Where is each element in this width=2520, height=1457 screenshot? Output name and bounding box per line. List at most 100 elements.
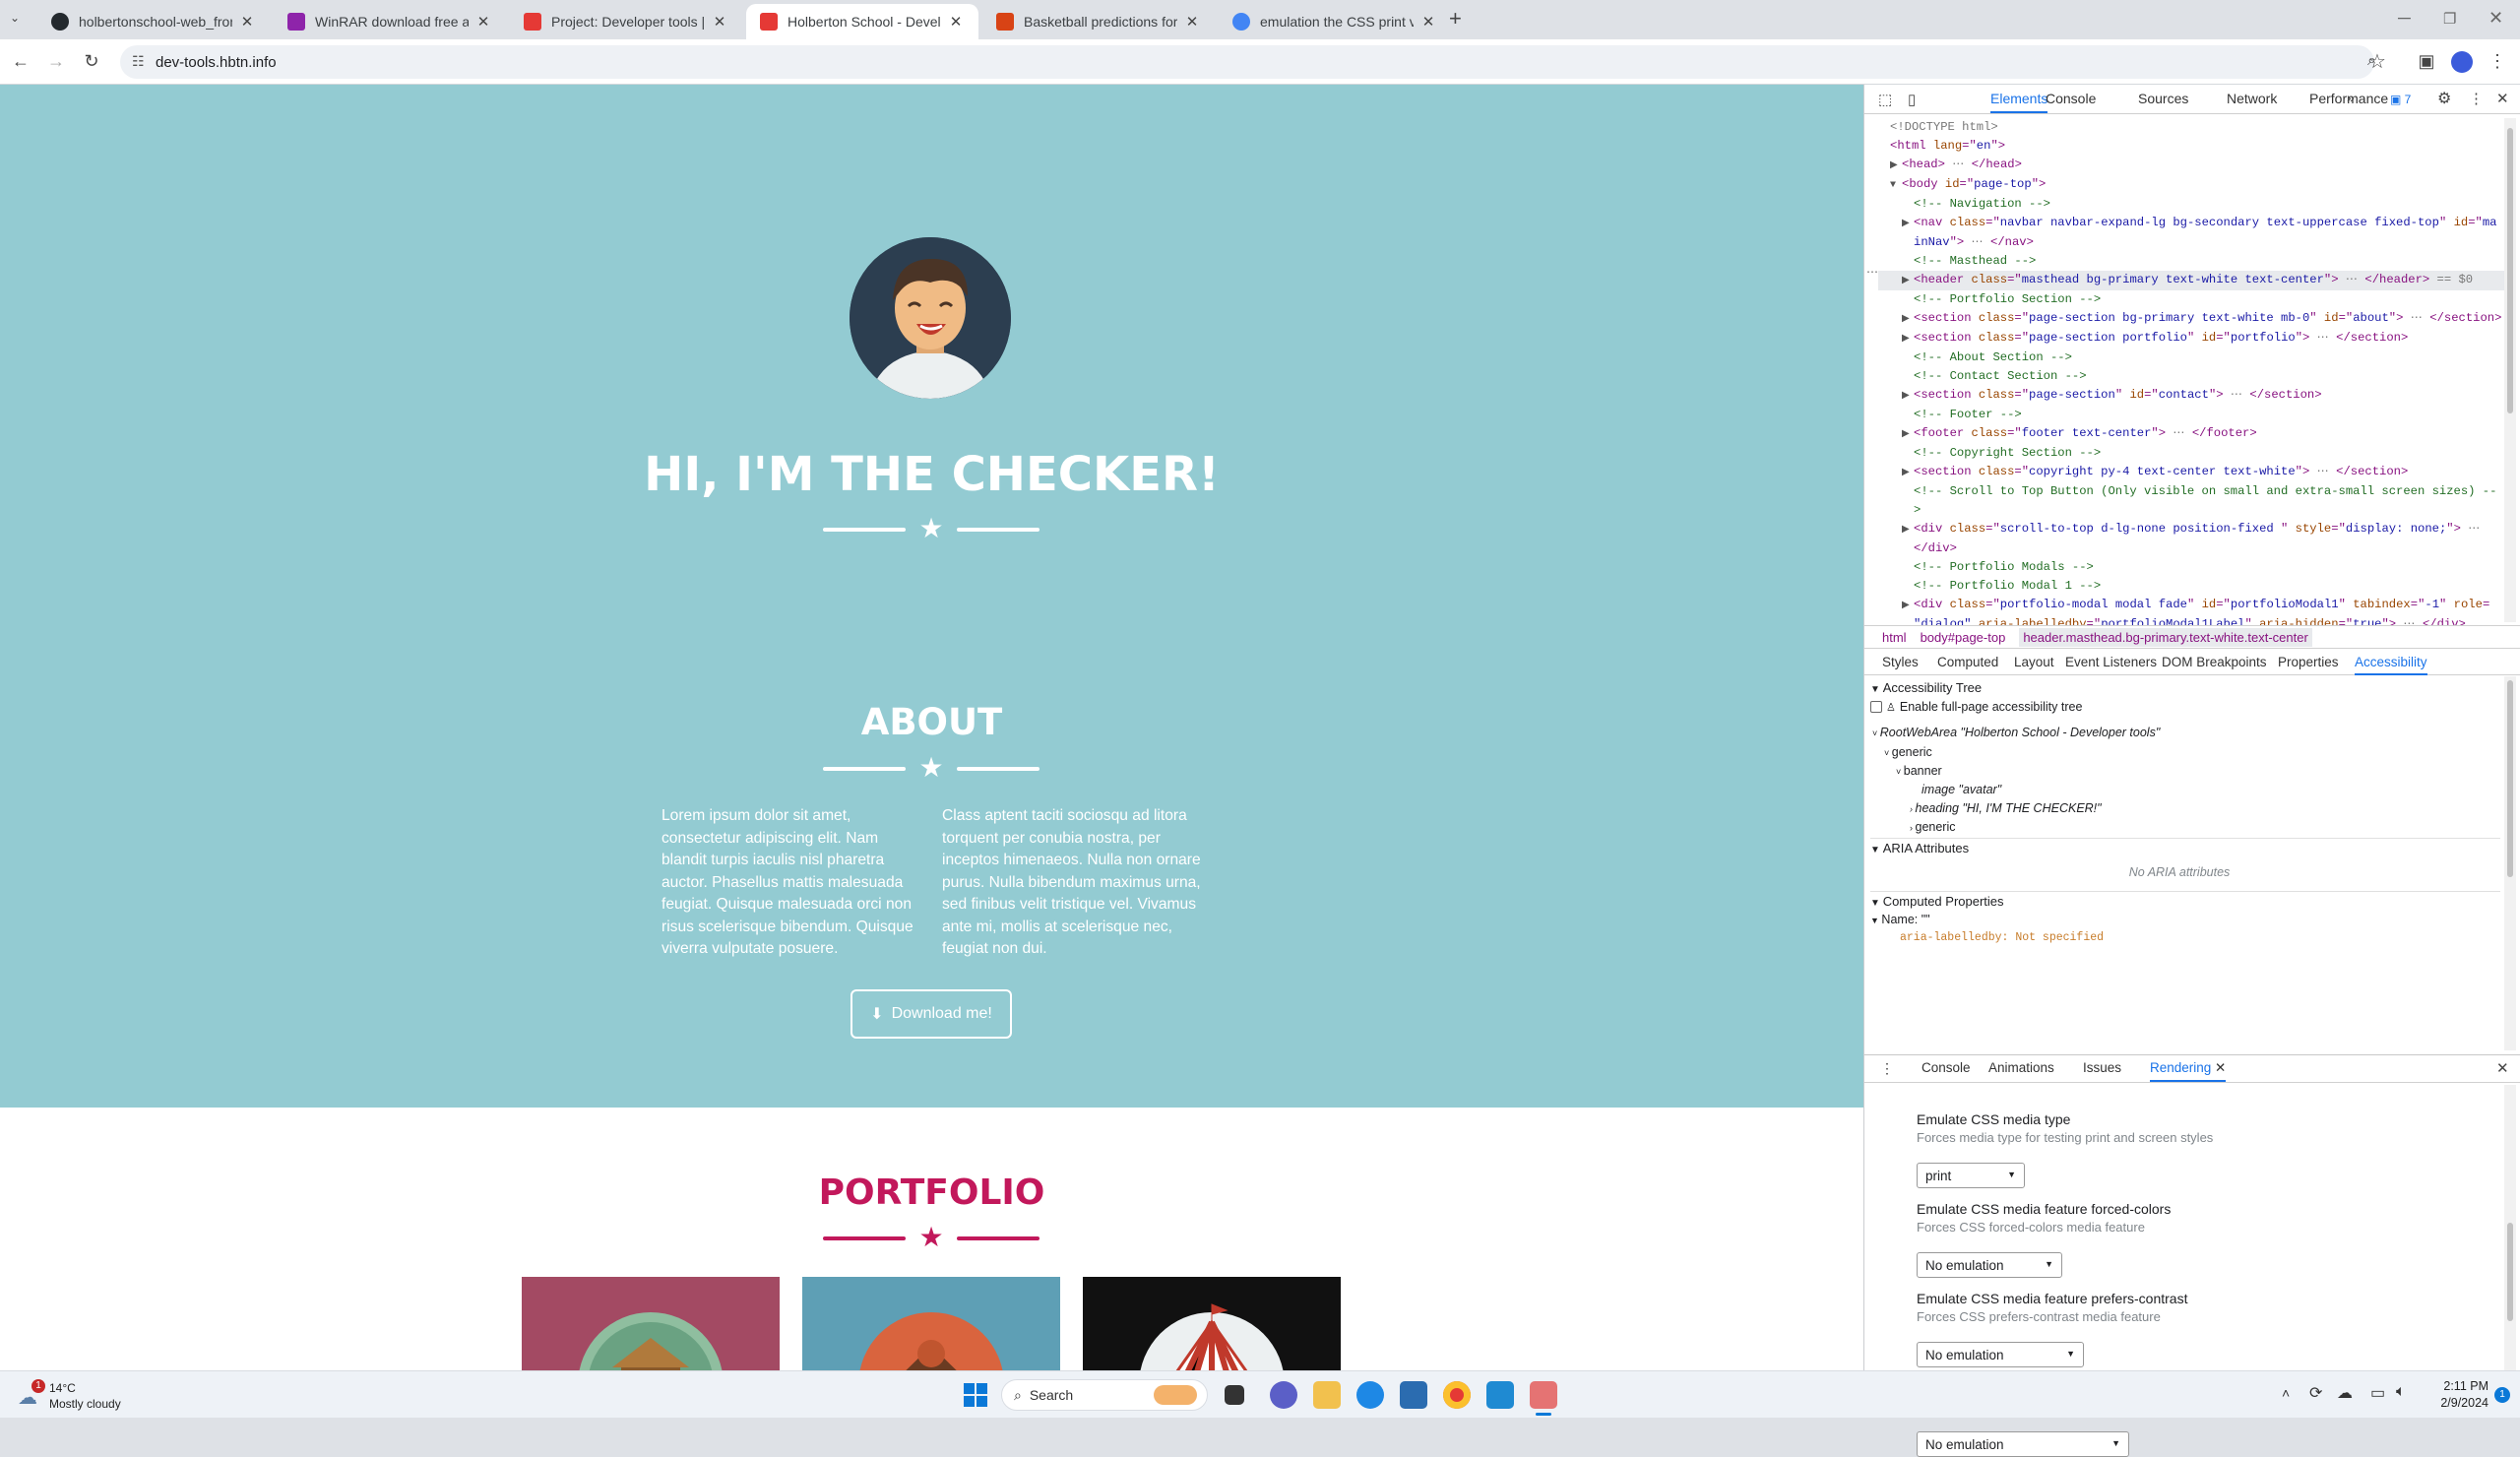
settings-gear-icon[interactable]: ⚙ bbox=[2437, 89, 2451, 108]
clock[interactable]: 2:11 PM 2/9/2024 bbox=[2420, 1378, 2488, 1412]
bookmark-star-icon[interactable]: ☆ bbox=[2366, 49, 2388, 74]
snipping-tool-icon[interactable] bbox=[1530, 1381, 1557, 1409]
dom-node-row[interactable]: <!DOCTYPE html> bbox=[1878, 118, 2508, 137]
tray-app-icon[interactable]: ⟳ bbox=[2309, 1383, 2322, 1403]
a11y-heading-node[interactable]: › heading "HI, I'M THE CHECKER!" bbox=[1910, 801, 2102, 815]
expand-toggle-icon[interactable]: ▶ bbox=[1902, 464, 1914, 482]
dom-node-row[interactable]: <!-- Scroll to Top Button (Only visible … bbox=[1878, 482, 2508, 501]
tray-network-icon[interactable]: ☁ bbox=[2337, 1383, 2353, 1403]
breadcrumb-body[interactable]: body#page-top bbox=[1921, 630, 2006, 645]
profile-avatar[interactable] bbox=[2451, 51, 2473, 73]
dom-node-row[interactable]: ▶ <header class="masthead bg-primary text… bbox=[1878, 271, 2508, 290]
a11y-generic2-node[interactable]: › generic bbox=[1910, 820, 1956, 834]
close-tab-icon[interactable]: ✕ bbox=[474, 13, 492, 31]
portfolio-card-cake[interactable] bbox=[802, 1277, 1060, 1370]
computed-properties-header[interactable]: ▼ Computed Properties bbox=[1870, 891, 2500, 911]
sidebar-tab-layout[interactable]: Layout bbox=[2014, 655, 2054, 669]
minimize-icon[interactable]: ─ bbox=[2398, 8, 2411, 29]
devtools-tab-console[interactable]: Console bbox=[2046, 91, 2096, 106]
vscode-icon[interactable] bbox=[1486, 1381, 1514, 1409]
expand-toggle-icon[interactable]: ▶ bbox=[1902, 310, 1914, 329]
sidebar-tab-dom-breakpoints[interactable]: DOM Breakpoints bbox=[2162, 655, 2267, 669]
aria-attributes-header[interactable]: ▼ ARIA Attributes bbox=[1870, 838, 2500, 857]
dom-node-row[interactable]: ▼ <body id="page-top"> bbox=[1878, 175, 2508, 195]
devtools-tab-sources[interactable]: Sources bbox=[2138, 91, 2188, 106]
dom-node-row[interactable]: > bbox=[1878, 501, 2508, 520]
dom-node-row[interactable]: ▶ <footer class="footer text-center"> ⋯ <… bbox=[1878, 424, 2508, 444]
portfolio-card-cabin[interactable] bbox=[522, 1277, 780, 1370]
download-button[interactable]: ⬇ Download me! bbox=[850, 989, 1012, 1039]
drawer-tab-console[interactable]: Console bbox=[1922, 1060, 1971, 1075]
expand-toggle-icon[interactable]: ▼ bbox=[1890, 176, 1902, 195]
dom-node-row[interactable]: <!-- About Section --> bbox=[1878, 348, 2508, 367]
sidebar-tab-properties[interactable]: Properties bbox=[2278, 655, 2339, 669]
elements-dom-tree[interactable]: <!DOCTYPE html> <html lang="en"> ▶ <head> ⋯… bbox=[1878, 118, 2508, 625]
portfolio-card-circus[interactable] bbox=[1083, 1277, 1341, 1370]
browser-tab[interactable]: holbertonschool-web_front_end ✕ bbox=[37, 4, 270, 39]
reload-icon[interactable]: ↻ bbox=[81, 51, 102, 72]
back-icon[interactable]: ← bbox=[10, 51, 32, 72]
dom-node-row[interactable]: <!-- Portfolio Section --> bbox=[1878, 290, 2508, 309]
dom-node-row[interactable]: inNav"> ⋯ </nav> bbox=[1878, 233, 2508, 252]
sidebar-scrollbar[interactable] bbox=[2504, 676, 2516, 1050]
drawer-scrollbar[interactable] bbox=[2504, 1085, 2516, 1370]
task-view-icon[interactable] bbox=[1225, 1385, 1244, 1405]
inspect-element-icon[interactable]: ⬚ bbox=[1878, 91, 1892, 108]
dom-node-row[interactable]: ▶ <div class="scroll-to-top d-lg-none pos… bbox=[1878, 520, 2508, 539]
browser-tab[interactable]: emulation the CSS print version ✕ bbox=[1219, 4, 1451, 39]
browser-tab[interactable]: Holberton School - Developer t ✕ bbox=[746, 4, 978, 39]
close-tab-icon[interactable]: ✕ bbox=[238, 13, 256, 31]
drawer-tab-issues[interactable]: Issues bbox=[2083, 1060, 2121, 1075]
dom-node-row[interactable]: ▶ <section class="copyright py-4 text-cen… bbox=[1878, 463, 2508, 482]
tray-chevron-icon[interactable]: ˄ bbox=[2282, 1385, 2290, 1401]
close-tab-icon[interactable]: ✕ bbox=[711, 13, 728, 31]
close-drawer-icon[interactable]: ✕ bbox=[2496, 1059, 2509, 1077]
teams-icon[interactable] bbox=[1270, 1381, 1297, 1409]
expand-toggle-icon[interactable]: ▶ bbox=[1902, 215, 1914, 233]
store-icon[interactable] bbox=[1400, 1381, 1427, 1409]
dom-node-row[interactable]: </div> bbox=[1878, 539, 2508, 558]
tray-volume-icon[interactable]: 🔈︎ bbox=[2396, 1383, 2406, 1401]
site-info-icon[interactable]: ☷ bbox=[132, 53, 145, 70]
a11y-root-node[interactable]: ˅ RootWebArea "Holberton School - Develo… bbox=[1872, 726, 2160, 739]
sidebar-tab-styles[interactable]: Styles bbox=[1882, 655, 1919, 669]
close-tab-icon[interactable]: ✕ bbox=[947, 13, 965, 31]
side-panel-icon[interactable]: ▣ bbox=[2416, 51, 2437, 72]
devtools-tab-elements[interactable]: Elements bbox=[1990, 91, 2048, 113]
dom-node-row[interactable]: <!-- Navigation --> bbox=[1878, 195, 2508, 214]
a11y-generic-node[interactable]: ˅ generic bbox=[1884, 745, 1932, 759]
notification-badge[interactable]: 1 bbox=[2494, 1387, 2510, 1403]
dom-node-row[interactable]: ▶ <section class="page-section bg-primary… bbox=[1878, 309, 2508, 329]
expand-toggle-icon[interactable]: ▶ bbox=[1902, 521, 1914, 539]
restore-icon[interactable]: ❐ bbox=[2443, 10, 2456, 28]
setting-select[interactable]: print ▼ bbox=[1917, 1163, 2025, 1188]
full-page-tree-checkbox[interactable] bbox=[1870, 701, 1882, 713]
new-tab-button[interactable]: + bbox=[1449, 6, 1462, 32]
edge-icon[interactable] bbox=[1356, 1381, 1384, 1409]
drawer-tab-rendering[interactable]: Rendering ✕ bbox=[2150, 1060, 2227, 1082]
address-bar[interactable]: ☷ dev-tools.hbtn.info ⌕ bbox=[120, 45, 2376, 79]
close-rendering-tab-icon[interactable]: ✕ bbox=[2211, 1060, 2226, 1075]
devtools-menu-icon[interactable]: ⋮ bbox=[2469, 90, 2484, 107]
browser-tab[interactable]: Basketball predictions for Toda ✕ bbox=[982, 4, 1215, 39]
elements-scrollbar[interactable] bbox=[2504, 118, 2516, 622]
menu-kebab-icon[interactable]: ⋮ bbox=[2487, 51, 2508, 72]
close-tab-icon[interactable]: ✕ bbox=[1419, 13, 1437, 31]
weather-widget[interactable]: ☁ 1 14°C Mostly cloudy bbox=[14, 1379, 152, 1413]
drawer-menu-icon[interactable]: ⋮ bbox=[1880, 1060, 1894, 1077]
a11y-banner-node[interactable]: ˅ banner bbox=[1896, 764, 1942, 778]
dom-node-row[interactable]: <html lang="en"> bbox=[1878, 137, 2508, 156]
issues-badge[interactable]: ▣ 7 bbox=[2390, 93, 2411, 106]
browser-tab[interactable]: Project: Developer tools | Holbe ✕ bbox=[510, 4, 742, 39]
tray-display-icon[interactable]: ▭ bbox=[2370, 1383, 2385, 1403]
a11y-image-node[interactable]: image "avatar" bbox=[1922, 783, 2001, 796]
sidebar-tab-accessibility[interactable]: Accessibility bbox=[2355, 655, 2427, 675]
drawer-tab-animations[interactable]: Animations bbox=[1988, 1060, 2054, 1075]
devtools-tab-network[interactable]: Network bbox=[2227, 91, 2277, 106]
dom-node-row[interactable]: <!-- Contact Section --> bbox=[1878, 367, 2508, 386]
start-button[interactable] bbox=[964, 1383, 987, 1407]
expand-toggle-icon[interactable]: ▶ bbox=[1902, 597, 1914, 615]
device-toolbar-icon[interactable]: ▯ bbox=[1908, 91, 1916, 108]
setting-select[interactable]: No emulation ▼ bbox=[1917, 1431, 2129, 1457]
breadcrumb-header[interactable]: header.masthead.bg-primary.text-white.te… bbox=[2019, 627, 2312, 647]
